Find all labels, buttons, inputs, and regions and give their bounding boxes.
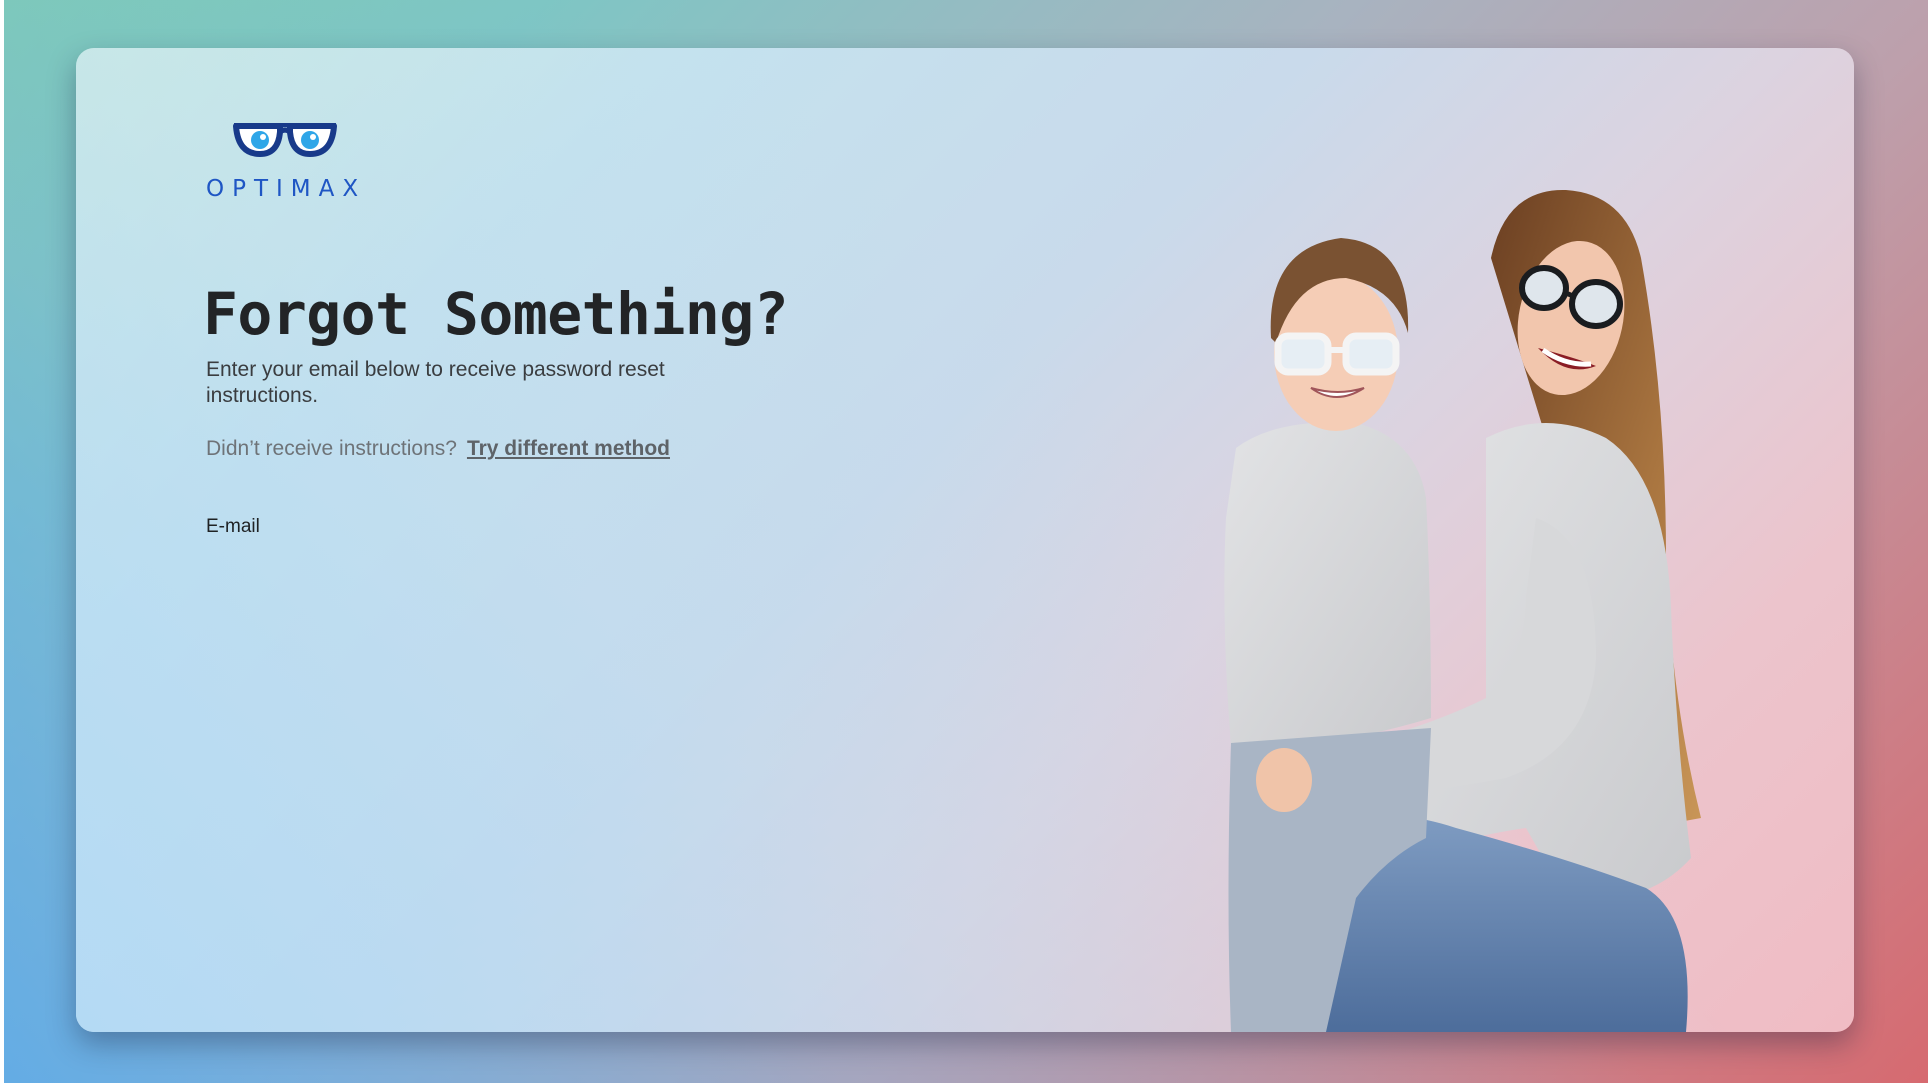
forgot-password-card: OPTIMAX Forgot Something? Enter your ema… (76, 48, 1854, 1032)
glasses-eyes-icon (233, 123, 337, 157)
alternative-prompt: Didn’t receive instructions? (206, 437, 457, 460)
page-subtitle: Enter your email below to receive passwo… (206, 358, 665, 407)
alternative-method-row: Didn’t receive instructions? Try differen… (206, 437, 670, 461)
boy-sweater (1224, 422, 1431, 748)
email-field[interactable] (206, 548, 726, 592)
try-different-method-link[interactable]: Try different method (467, 437, 670, 460)
brand-logo[interactable]: OPTIMAX (206, 120, 376, 210)
email-label: E-mail (206, 516, 260, 537)
hero-photo (1224, 189, 1701, 1032)
brand-name: OPTIMAX (206, 176, 367, 202)
page-title: Forgot Something? (203, 280, 789, 348)
